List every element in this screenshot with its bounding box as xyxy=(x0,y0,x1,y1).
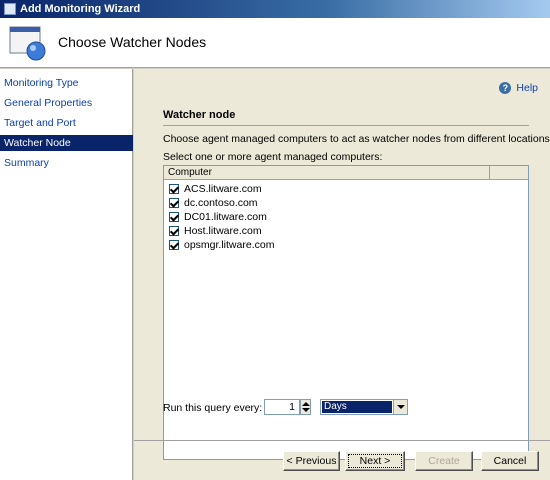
list-header: Computer xyxy=(164,166,528,180)
nav-item-watcher-node[interactable]: Watcher Node xyxy=(0,135,133,151)
section-divider xyxy=(163,125,529,126)
footer-divider xyxy=(134,440,550,441)
nav-item-general-properties[interactable]: General Properties xyxy=(0,95,133,111)
section-description: Choose agent managed computers to act as… xyxy=(163,133,550,145)
computer-name: dc.contoso.com xyxy=(184,197,258,209)
wizard-window-icon xyxy=(9,26,46,61)
list-item[interactable]: opsmgr.litware.com xyxy=(169,238,274,252)
page-title: Choose Watcher Nodes xyxy=(58,34,207,50)
computer-name: DC01.litware.com xyxy=(184,211,267,223)
previous-button[interactable]: < Previous xyxy=(283,451,340,471)
app-icon xyxy=(4,3,16,15)
next-button[interactable]: Next > xyxy=(345,451,405,471)
create-button[interactable]: Create xyxy=(415,451,473,471)
computers-select-label: Select one or more agent managed compute… xyxy=(163,151,383,163)
query-interval-input[interactable]: 1 xyxy=(264,399,300,415)
nav-item-target-and-port[interactable]: Target and Port xyxy=(0,115,133,131)
checkbox[interactable] xyxy=(169,184,179,194)
computer-name: ACS.litware.com xyxy=(184,183,262,195)
wizard-nav: Monitoring Type General Properties Targe… xyxy=(0,69,133,480)
computer-name: opsmgr.litware.com xyxy=(184,239,275,251)
column-header-computer[interactable]: Computer xyxy=(164,166,490,180)
computers-list[interactable]: Computer ACS.litware.com dc.contoso.com … xyxy=(163,165,529,460)
interval-unit-select[interactable]: Days xyxy=(320,399,408,415)
help-link[interactable]: ? Help xyxy=(499,82,538,94)
spin-down-icon[interactable] xyxy=(302,408,310,412)
section-title: Watcher node xyxy=(163,109,236,121)
interval-spinner[interactable] xyxy=(300,399,311,415)
query-interval-label: Run this query every: xyxy=(163,402,263,414)
title-bar: Add Monitoring Wizard xyxy=(0,0,550,18)
nav-item-summary[interactable]: Summary xyxy=(0,155,133,171)
spin-up-icon[interactable] xyxy=(302,402,310,406)
chevron-down-icon[interactable] xyxy=(393,400,407,414)
list-item[interactable]: dc.contoso.com xyxy=(169,196,258,210)
list-item[interactable]: DC01.litware.com xyxy=(169,210,267,224)
help-label: Help xyxy=(516,82,538,94)
main-panel: ? Help Watcher node Choose agent managed… xyxy=(134,69,550,480)
help-icon: ? xyxy=(499,82,512,94)
checkbox[interactable] xyxy=(169,240,179,250)
checkbox[interactable] xyxy=(169,212,179,222)
checkbox[interactable] xyxy=(169,226,179,236)
list-item[interactable]: Host.litware.com xyxy=(169,224,262,238)
nav-item-monitoring-type[interactable]: Monitoring Type xyxy=(0,75,133,91)
interval-unit-value: Days xyxy=(322,401,392,413)
cancel-button[interactable]: Cancel xyxy=(481,451,539,471)
checkbox[interactable] xyxy=(169,198,179,208)
wizard-header: Choose Watcher Nodes xyxy=(0,18,550,68)
computer-name: Host.litware.com xyxy=(184,225,262,237)
list-item[interactable]: ACS.litware.com xyxy=(169,182,262,196)
window-title: Add Monitoring Wizard xyxy=(20,3,141,15)
